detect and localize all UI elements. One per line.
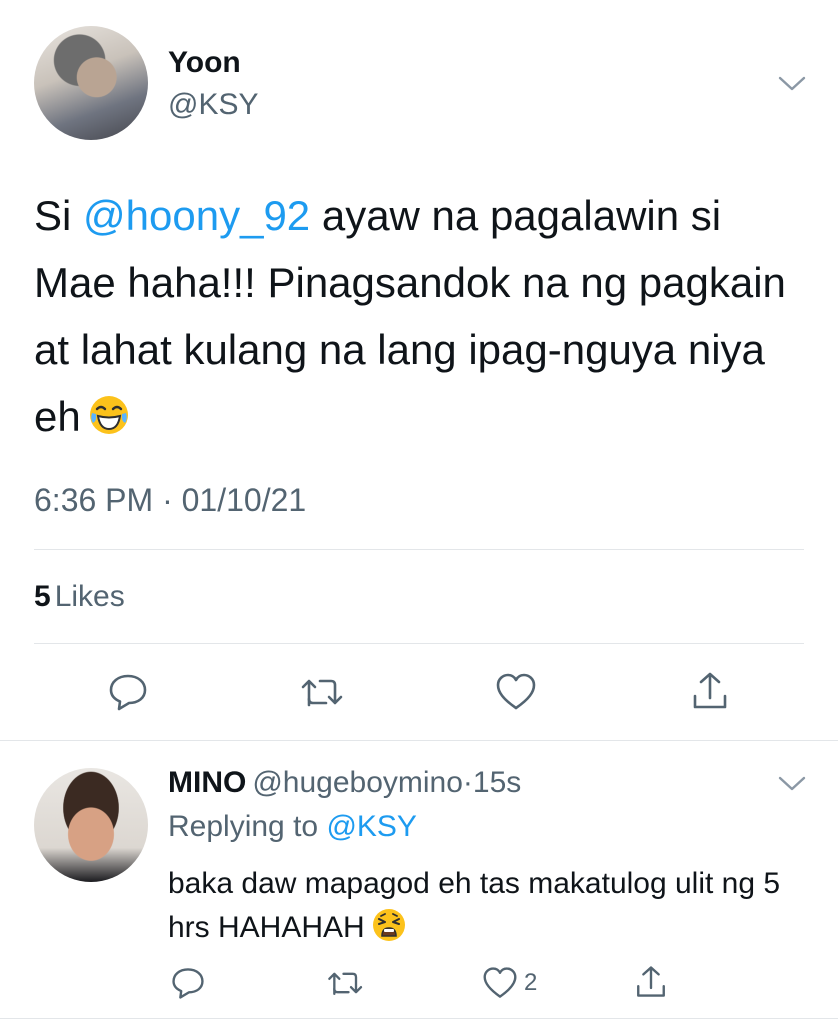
- author-avatar[interactable]: [34, 26, 148, 140]
- replying-to-handle[interactable]: @KSY: [326, 810, 416, 843]
- reply-time[interactable]: 15s: [473, 766, 521, 799]
- divider: [34, 643, 804, 644]
- reply-text-body: baka daw mapagod eh tas makatulog ulit n…: [168, 867, 781, 944]
- retweet-icon: [326, 967, 366, 999]
- share-icon: [690, 670, 730, 712]
- reply-button[interactable]: [107, 672, 149, 712]
- heart-icon: [482, 966, 518, 1000]
- tweet-timestamp[interactable]: 6:36 PM · 01/10/21: [34, 482, 306, 519]
- reply-author-avatar[interactable]: [34, 768, 148, 882]
- reply-retweet-button[interactable]: [326, 967, 366, 999]
- reply-reply-button[interactable]: [170, 966, 206, 1000]
- comment-icon: [170, 966, 206, 1000]
- mention-link[interactable]: @hoony_92: [83, 192, 310, 239]
- divider: [0, 740, 838, 741]
- likes-label: Likes: [54, 580, 125, 613]
- comment-icon: [107, 672, 149, 712]
- reply-like-count: 2: [524, 969, 538, 996]
- separator-dot: ·: [462, 766, 473, 799]
- share-button[interactable]: [690, 670, 730, 712]
- face-with-tears-of-joy-icon: [87, 389, 131, 434]
- tweet-text-part1: Si: [34, 192, 84, 239]
- tweet-text: Si @hoony_92 ayaw na pagalawin si Mae ha…: [34, 182, 804, 450]
- heart-icon: [495, 672, 537, 712]
- divider: [34, 549, 804, 550]
- reply-like-button[interactable]: 2: [482, 966, 537, 1000]
- retweet-button[interactable]: [299, 673, 347, 711]
- replying-to: Replying to @KSY: [168, 810, 417, 844]
- reply-header: MINO @hugeboymino·15s: [168, 766, 521, 800]
- likes-summary[interactable]: 5 Likes: [34, 580, 125, 614]
- reply-share-button[interactable]: [634, 964, 668, 1000]
- author-name[interactable]: Yoon: [168, 46, 241, 80]
- author-handle[interactable]: @KSY: [168, 88, 258, 122]
- chevron-down-icon[interactable]: [778, 76, 806, 92]
- retweet-icon: [299, 673, 347, 711]
- chevron-down-icon[interactable]: [778, 776, 806, 792]
- divider: [0, 1018, 838, 1019]
- weary-face-icon: [371, 907, 407, 943]
- share-icon: [634, 964, 668, 1000]
- reply-author-handle[interactable]: @hugeboymino: [252, 766, 463, 799]
- replying-label: Replying to: [168, 810, 327, 843]
- reply-author-name[interactable]: MINO: [168, 766, 246, 799]
- likes-count: 5: [34, 580, 51, 613]
- reply-text: baka daw mapagod eh tas makatulog ulit n…: [168, 862, 808, 950]
- like-button[interactable]: [495, 672, 537, 712]
